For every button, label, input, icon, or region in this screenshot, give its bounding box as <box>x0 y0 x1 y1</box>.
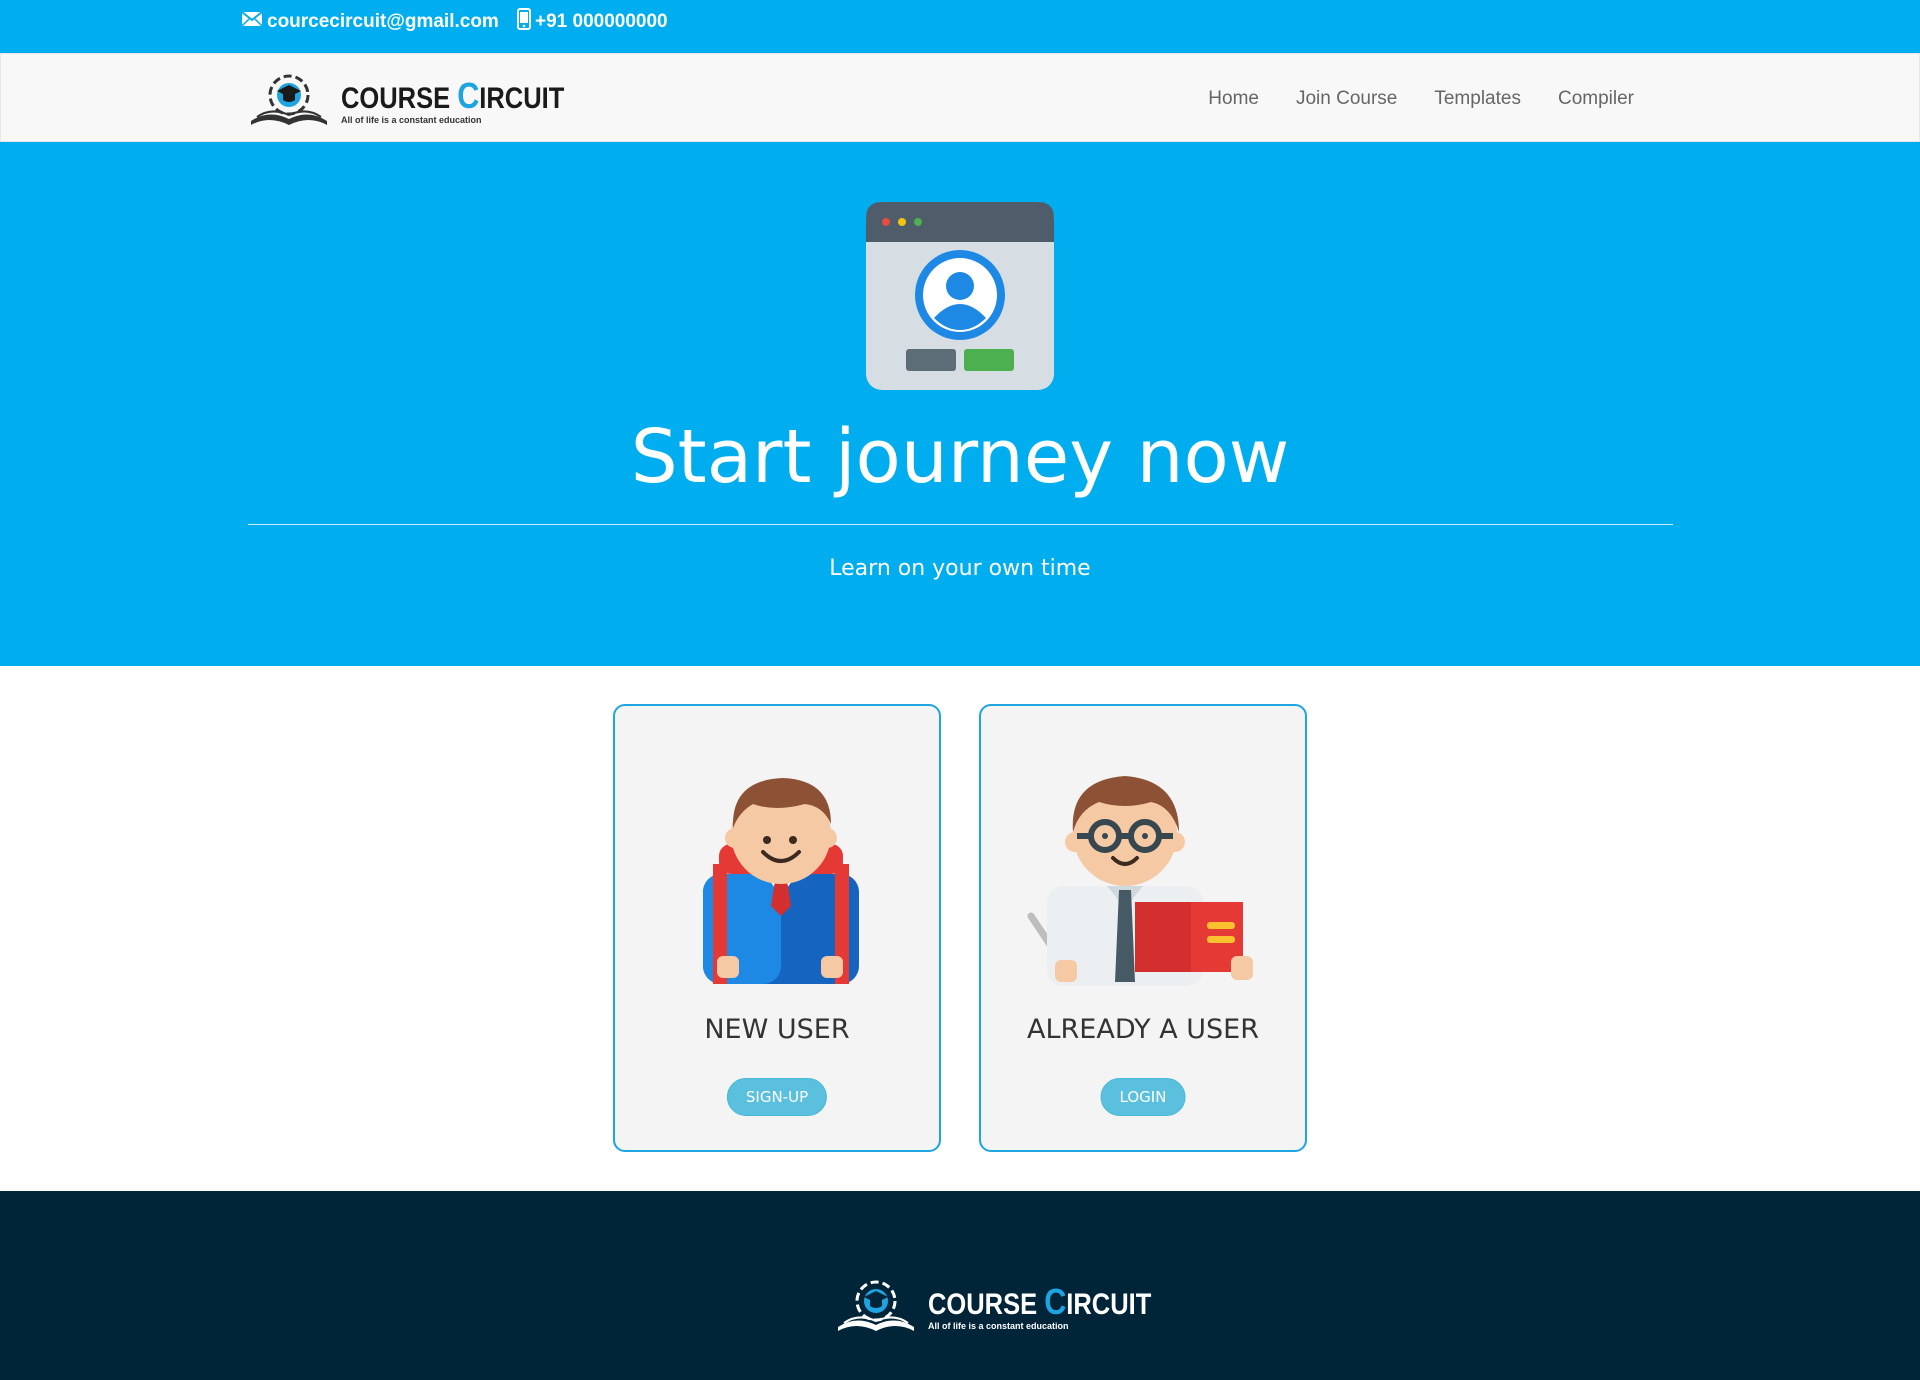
nav-templates[interactable]: Templates <box>1434 88 1521 110</box>
login-button[interactable]: LOGIN <box>1100 1078 1186 1116</box>
footer-brand-name: COURSE CIRCUIT <box>928 1284 1151 1320</box>
contact-bar: courcecircuit@gmail.com +91 000000000 <box>0 0 1920 53</box>
footer-brand-initial-2: C <box>1044 1281 1067 1322</box>
brand-word-2: IRCUIT <box>479 82 565 115</box>
nav-join-course[interactable]: Join Course <box>1296 88 1397 110</box>
brand-word-1: OURSE <box>359 82 451 115</box>
book-cap-logo-icon <box>247 71 331 132</box>
hero-title: Start journey now <box>630 414 1290 500</box>
hero-subtitle: Learn on your own time <box>829 556 1091 581</box>
nav-compiler[interactable]: Compiler <box>1558 88 1634 110</box>
contact-email-text: courcecircuit@gmail.com <box>267 11 499 32</box>
user-profile-window-icon <box>866 202 1054 390</box>
existing-user-card: ALREADY A USER LOGIN <box>979 704 1307 1152</box>
brand-initial-2: C <box>457 75 480 116</box>
hero-divider <box>248 524 1673 525</box>
footer-brand-word-2: IRCUIT <box>1066 1288 1152 1321</box>
hero-section: Start journey now Learn on your own time <box>0 142 1920 666</box>
navbar: COURSE CIRCUIT All of life is a constant… <box>0 53 1920 142</box>
mobile-phone-icon <box>517 8 531 36</box>
envelope-icon <box>241 10 263 34</box>
brand-initial-1: C <box>341 82 360 115</box>
contact-phone[interactable]: +91 000000000 <box>517 8 668 36</box>
existing-user-title: ALREADY A USER <box>1027 1014 1259 1045</box>
footer-brand-word-1: OURSE <box>946 1288 1038 1321</box>
teacher-illustration <box>1021 746 1269 986</box>
nav-home[interactable]: Home <box>1208 88 1259 110</box>
brand-name: COURSE CIRCUIT <box>341 78 564 114</box>
brand-tagline: All of life is a constant education <box>341 115 482 125</box>
book-cap-logo-icon <box>834 1277 918 1338</box>
contact-email[interactable]: courcecircuit@gmail.com <box>241 10 499 34</box>
nav-menu: Home Join Course Templates Compiler <box>1171 54 1634 143</box>
brand-logo[interactable]: COURSE CIRCUIT All of life is a constant… <box>247 71 604 132</box>
contact-phone-text: +91 000000000 <box>535 11 668 32</box>
footer-brand-logo[interactable]: COURSE CIRCUIT All of life is a constant… <box>834 1277 1191 1338</box>
footer: COURSE CIRCUIT All of life is a constant… <box>0 1191 1920 1380</box>
new-user-title: NEW USER <box>704 1014 850 1045</box>
sign-up-button[interactable]: SIGN-UP <box>726 1078 828 1116</box>
footer-brand-tagline: All of life is a constant education <box>928 1321 1069 1331</box>
new-user-card: NEW USER SIGN-UP <box>613 704 941 1152</box>
footer-brand-initial-1: C <box>928 1288 947 1321</box>
student-illustration <box>655 746 903 986</box>
